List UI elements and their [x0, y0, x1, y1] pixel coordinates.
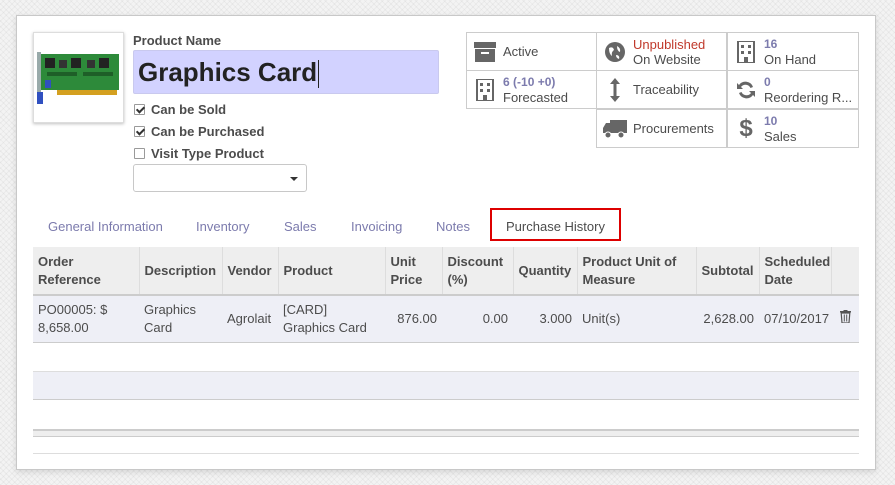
product-type-select[interactable] [133, 164, 307, 192]
sales-button[interactable]: $ 10 Sales [727, 109, 859, 148]
dollar-icon: $ [739, 114, 753, 142]
cell-uom: Unit(s) [577, 295, 696, 343]
product-image[interactable] [33, 32, 124, 123]
cell-description: Graphics Card [139, 295, 222, 343]
column-header[interactable]: Quantity [513, 247, 578, 296]
on-hand-label: On Hand [764, 51, 817, 67]
column-header[interactable]: Scheduled Date [759, 247, 832, 296]
forecasted-button[interactable]: 6 (-10 +0) Forecasted [466, 70, 597, 109]
grid-bottom-line [33, 453, 859, 454]
trash-icon[interactable] [839, 309, 851, 328]
tab-purchase-history[interactable]: Purchase History [490, 208, 621, 241]
cell-vendor: Agrolait [222, 295, 278, 343]
reordering-value: 0 [764, 74, 771, 89]
forecasted-value: 6 [503, 74, 510, 89]
forecasted-outgoing: +0 [537, 74, 552, 89]
tab-sales[interactable]: Sales [269, 208, 332, 241]
column-header[interactable]: Order Reference [33, 247, 140, 296]
product-name-input[interactable]: Graphics Card [133, 50, 439, 94]
column-header[interactable]: Product [278, 247, 386, 296]
column-header[interactable]: Subtotal [696, 247, 760, 296]
forecasted-incoming: -10 [517, 74, 535, 89]
active-label: Active [503, 44, 539, 59]
sales-label: Sales [764, 128, 797, 144]
refresh-icon [728, 79, 764, 101]
visit-type-product-label: Visit Type Product [151, 146, 264, 161]
tab-inventory[interactable]: Inventory [181, 208, 264, 241]
arrows-vertical-icon [597, 77, 633, 102]
truck-icon [597, 119, 633, 138]
column-header[interactable]: Discount (%) [442, 247, 514, 296]
tab-general-information[interactable]: General Information [33, 208, 178, 241]
column-header[interactable]: Vendor [222, 247, 279, 296]
product-name-label: Product Name [133, 33, 222, 48]
can-be-purchased-checkbox[interactable] [134, 126, 145, 137]
cell-subtotal: 2,628.00 [696, 295, 759, 343]
cell-quantity: 3.000 [513, 295, 577, 343]
column-header[interactable]: Unit Price [385, 247, 443, 296]
text-caret [318, 60, 320, 89]
tab-invoicing[interactable]: Invoicing [336, 208, 417, 241]
tab-notes[interactable]: Notes [421, 208, 485, 241]
website-label: On Website [633, 51, 701, 67]
cell-delete[interactable] [831, 295, 859, 343]
active-button[interactable]: Active [466, 32, 597, 71]
on-hand-value: 16 [764, 36, 778, 51]
procurements-button[interactable]: Procurements [596, 109, 727, 148]
reordering-button[interactable]: 0 Reordering R... [727, 70, 859, 109]
column-header[interactable]: Product Unit of Measure [577, 247, 697, 296]
cell-discount: 0.00 [442, 295, 513, 343]
cell-unit-price: 876.00 [385, 295, 442, 343]
on-hand-button[interactable]: 16 On Hand [727, 32, 859, 71]
table-row[interactable]: PO00005: $ 8,658.00 Graphics Card Agrola… [33, 295, 859, 343]
cell-order-reference: PO00005: $ 8,658.00 [33, 295, 139, 343]
traceability-button[interactable]: Traceability [596, 70, 727, 109]
procurements-label: Procurements [633, 121, 714, 136]
product-name-value: Graphics Card [138, 57, 318, 87]
can-be-sold-label: Can be Sold [151, 102, 227, 117]
archive-icon [467, 41, 503, 62]
can-be-purchased-row[interactable]: Can be Purchased [134, 124, 264, 139]
can-be-sold-row[interactable]: Can be Sold [134, 102, 226, 117]
can-be-sold-checkbox[interactable] [134, 104, 145, 115]
empty-row [33, 371, 859, 400]
graphics-card-image [37, 52, 119, 104]
forecasted-label: Forecasted [503, 89, 569, 105]
website-status: Unpublished [633, 36, 706, 52]
globe-icon [597, 41, 633, 62]
visit-type-product-row[interactable]: Visit Type Product [134, 146, 264, 161]
website-button[interactable]: Unpublished On Website [596, 32, 727, 71]
column-header-actions [831, 247, 859, 296]
sales-value: 10 [764, 113, 778, 128]
column-header[interactable]: Description [139, 247, 223, 296]
traceability-label: Traceability [633, 82, 699, 97]
reordering-label: Reordering R... [764, 89, 853, 105]
caret-down-icon [290, 177, 298, 181]
visit-type-product-checkbox[interactable] [134, 148, 145, 159]
smart-buttons: Active Unpublished On Website 16 On Hand [466, 32, 860, 150]
cell-scheduled-date: 07/10/2017 [759, 295, 831, 343]
cell-product: [CARD] Graphics Card [278, 295, 385, 343]
building-icon [467, 78, 503, 101]
purchase-history-grid: Order Reference Description Vendor Produ… [33, 247, 859, 343]
form-sheet: Product Name Graphics Card Can be Sold C… [16, 15, 876, 470]
can-be-purchased-label: Can be Purchased [151, 124, 265, 139]
grid-footer [33, 429, 859, 437]
building-icon [728, 40, 764, 63]
notebook-tabs: General Information Inventory Sales Invo… [33, 208, 859, 241]
